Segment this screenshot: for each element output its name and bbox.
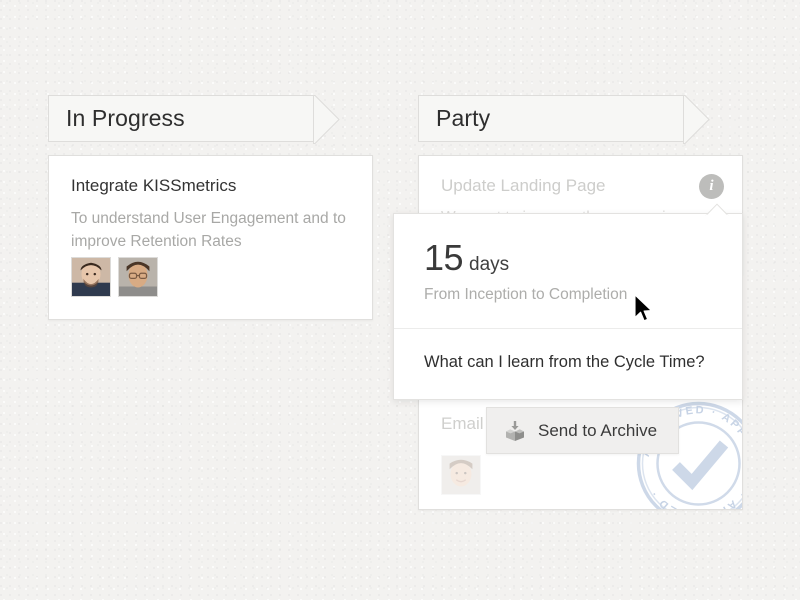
popover-arrow-icon (705, 203, 729, 216)
metric-unit: days (469, 254, 510, 275)
kanban-board: In Progress Party Integrate KISSmetrics … (0, 0, 800, 600)
avatar-member-1[interactable] (71, 257, 111, 297)
card-title: Update Landing Page (441, 176, 606, 195)
card-avatar-row (71, 257, 158, 297)
column-header-arrow-icon (683, 95, 710, 144)
popover-question-section[interactable]: What can I learn from the Cycle Time? (394, 329, 742, 399)
card-description: To understand User Engagement and to imp… (71, 210, 346, 250)
avatar-member-3[interactable] (441, 455, 481, 495)
column-header-label: In Progress (66, 105, 185, 131)
metric-value: 15 (424, 237, 464, 278)
popover-metric-section: 15 days From Inception to Completion (394, 214, 742, 329)
avatar-member-2[interactable] (118, 257, 158, 297)
column-header-label: Party (436, 105, 491, 131)
archive-box-icon (504, 420, 526, 442)
column-header-in-progress[interactable]: In Progress (48, 95, 340, 144)
cycle-time-question-link[interactable]: What can I learn from the Cycle Time? (424, 353, 712, 372)
send-to-archive-tooltip[interactable]: Send to Archive (486, 407, 680, 454)
send-to-archive-label: Send to Archive (538, 420, 658, 440)
cycle-time-popover: 15 days From Inception to Completion Wha… (393, 203, 743, 400)
column-header-arrow-icon (313, 95, 340, 144)
card-title: Integrate KISSmetrics (71, 176, 237, 195)
cycle-time-metric: 15 days (424, 240, 712, 276)
metric-caption: From Inception to Completion (424, 286, 628, 303)
info-icon[interactable]: i (699, 174, 724, 199)
column-header-party[interactable]: Party (418, 95, 710, 144)
card-avatar-row (441, 455, 481, 495)
card-integrate-kissmetrics[interactable]: Integrate KISSmetrics To understand User… (48, 155, 373, 320)
